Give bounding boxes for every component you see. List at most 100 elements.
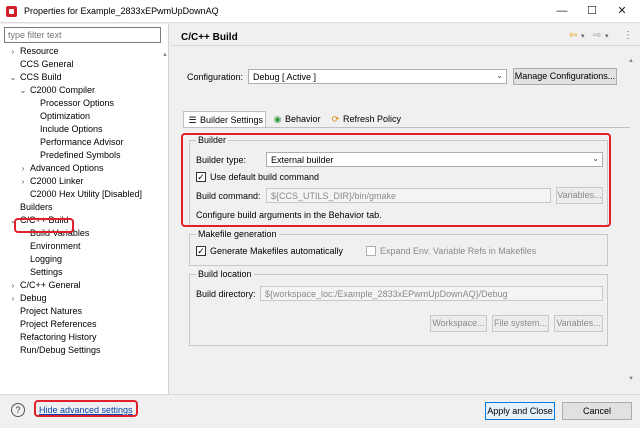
maximize-button[interactable]: ☐ (580, 3, 604, 19)
tree-item-label: Environment (30, 241, 81, 251)
tab-label: Behavior (285, 114, 321, 124)
tree-item[interactable]: › Advanced Options (0, 162, 165, 175)
collapsed-chevron-icon[interactable]: › (19, 162, 27, 175)
group-title: Builder (196, 135, 229, 145)
expand-env-refs-checkbox[interactable] (366, 246, 376, 256)
tab-builder-settings[interactable]: ☰ Builder Settings (183, 111, 266, 127)
expanded-chevron-icon[interactable]: ⌄ (9, 214, 17, 227)
tree-item[interactable]: Optimization (0, 110, 165, 123)
tree-item[interactable]: Project Natures (0, 305, 165, 318)
filter-input[interactable] (4, 27, 161, 43)
help-icon[interactable]: ? (11, 403, 25, 417)
build-directory-input[interactable]: ${workspace_loc:/Example_2833xEPwmUpDown… (260, 286, 603, 301)
tree-item[interactable]: ⌄ C/C++ Build (0, 214, 165, 227)
cancel-button[interactable]: Cancel (562, 402, 632, 420)
makefile-generation-group: Makefile generation ✓ Generate Makefiles… (189, 229, 608, 266)
close-button[interactable]: ✕ (610, 3, 634, 19)
forward-menu-chevron-icon[interactable]: ▾ (605, 32, 609, 40)
build-command-input[interactable]: ${CCS_UTILS_DIR}/bin/gmake (266, 188, 551, 203)
variables-button[interactable]: Variables... (554, 315, 603, 332)
tree-item[interactable]: C2000 Hex Utility [Disabled] (0, 188, 165, 201)
generate-makefiles-label: Generate Makefiles automatically (210, 246, 344, 256)
tree-item-label: C/C++ Build (20, 215, 69, 225)
workspace-button[interactable]: Workspace... (430, 315, 487, 332)
view-menu-icon[interactable]: ⋮ (623, 30, 633, 41)
use-default-command-checkbox[interactable]: ✓ (196, 172, 206, 182)
tree-item[interactable]: Performance Advisor (0, 136, 165, 149)
expanded-chevron-icon[interactable]: ⌄ (9, 71, 17, 84)
scroll-down-icon[interactable]: ▼ (628, 376, 634, 382)
collapsed-chevron-icon[interactable]: › (9, 292, 17, 305)
title-separator (171, 45, 640, 46)
build-command-label: Build command: (196, 191, 261, 201)
tree-item-label: Logging (30, 254, 63, 264)
expanded-chevron-icon[interactable]: ⌄ (19, 84, 27, 97)
builder-type-value: External builder (271, 155, 334, 165)
collapsed-chevron-icon[interactable]: › (19, 175, 27, 188)
tree-item-label: Optimization (40, 111, 91, 121)
dialog-footer: ? Hide advanced settings Apply and Close… (0, 394, 640, 428)
scroll-up-icon[interactable]: ▲ (628, 58, 634, 64)
tree-item[interactable]: CCS General (0, 58, 165, 71)
forward-icon[interactable]: ⇨ (593, 30, 601, 41)
tree-item[interactable]: Processor Options (0, 97, 165, 110)
group-title: Build location (196, 269, 254, 279)
tree-item-label: C2000 Hex Utility [Disabled] (30, 189, 143, 199)
app-icon (6, 6, 17, 17)
tree-item-label: CCS General (20, 59, 74, 69)
tree-item-label: Include Options (40, 124, 103, 134)
tree-item[interactable]: ⌄ C2000 Compiler (0, 84, 165, 97)
tree-item-label: Processor Options (40, 98, 115, 108)
tree-item[interactable]: Logging (0, 253, 165, 266)
configuration-select[interactable]: Debug [ Active ] ⌄ (248, 69, 507, 84)
configuration-label: Configuration: (187, 72, 244, 82)
collapsed-chevron-icon[interactable]: › (9, 45, 17, 58)
chevron-down-icon: ⌄ (592, 154, 599, 163)
tab-behavior[interactable]: ◉ Behavior (269, 111, 325, 127)
back-menu-chevron-icon[interactable]: ▾ (581, 32, 585, 40)
tree-item[interactable]: Settings (0, 266, 165, 279)
tree-item[interactable]: › Debug (0, 292, 165, 305)
collapsed-chevron-icon[interactable]: › (9, 279, 17, 292)
configuration-value: Debug [ Active ] (253, 72, 317, 82)
tree-item-label: C/C++ General (20, 280, 81, 290)
tree-item-label: C2000 Compiler (30, 85, 96, 95)
hide-advanced-settings-link[interactable]: Hide advanced settings (39, 405, 133, 415)
tree-item[interactable]: Run/Debug Settings (0, 344, 165, 357)
tree-item[interactable]: Include Options (0, 123, 165, 136)
behavior-icon: ◉ (273, 114, 282, 124)
builder-note: Configure build arguments in the Behavio… (196, 210, 382, 220)
refresh-icon: ⟳ (331, 114, 340, 124)
generate-makefiles-checkbox[interactable]: ✓ (196, 246, 206, 256)
title-bar: Properties for Example_2833xEPwmUpDownAQ… (0, 0, 640, 23)
tree-item[interactable]: › C2000 Linker (0, 175, 165, 188)
variables-button[interactable]: Variables... (556, 187, 603, 204)
tab-refresh-policy[interactable]: ⟳ Refresh Policy (327, 111, 403, 127)
manage-configurations-button[interactable]: Manage Configurations... (513, 68, 617, 85)
tree-item[interactable]: Predefined Symbols (0, 149, 165, 162)
window-title: Properties for Example_2833xEPwmUpDownAQ (24, 6, 219, 16)
use-default-command-label: Use default build command (210, 172, 320, 182)
apply-and-close-button[interactable]: Apply and Close (485, 402, 555, 420)
file-system-button[interactable]: File system... (492, 315, 549, 332)
scrollbar[interactable]: ▲ ▼ (627, 58, 637, 388)
tree-item[interactable]: › Resource (0, 45, 165, 58)
tree-item-label: Project Natures (20, 306, 83, 316)
builder-type-select[interactable]: External builder ⌄ (266, 152, 603, 167)
tree-item[interactable]: ⌄ CCS Build (0, 71, 165, 84)
minimize-button[interactable]: — (550, 3, 574, 19)
tree-item[interactable]: › C/C++ General (0, 279, 165, 292)
page-title: C/C++ Build (181, 32, 238, 43)
tree-item-label: Refactoring History (20, 332, 97, 342)
back-icon[interactable]: ⇦ (569, 30, 577, 41)
builder-group: Builder Builder type: External builder ⌄… (189, 135, 608, 226)
tree-item[interactable]: Environment (0, 240, 165, 253)
builder-settings-panel: Builder Builder type: External builder ⌄… (183, 127, 630, 389)
tree-item[interactable]: Build Variables (0, 227, 165, 240)
tree-item[interactable]: Project References (0, 318, 165, 331)
tree-item[interactable]: Refactoring History (0, 331, 165, 344)
tree-item-label: Builders (20, 202, 53, 212)
tree-item[interactable]: Builders (0, 201, 165, 214)
builder-type-label: Builder type: (196, 155, 247, 165)
tree-item-label: Debug (20, 293, 47, 303)
